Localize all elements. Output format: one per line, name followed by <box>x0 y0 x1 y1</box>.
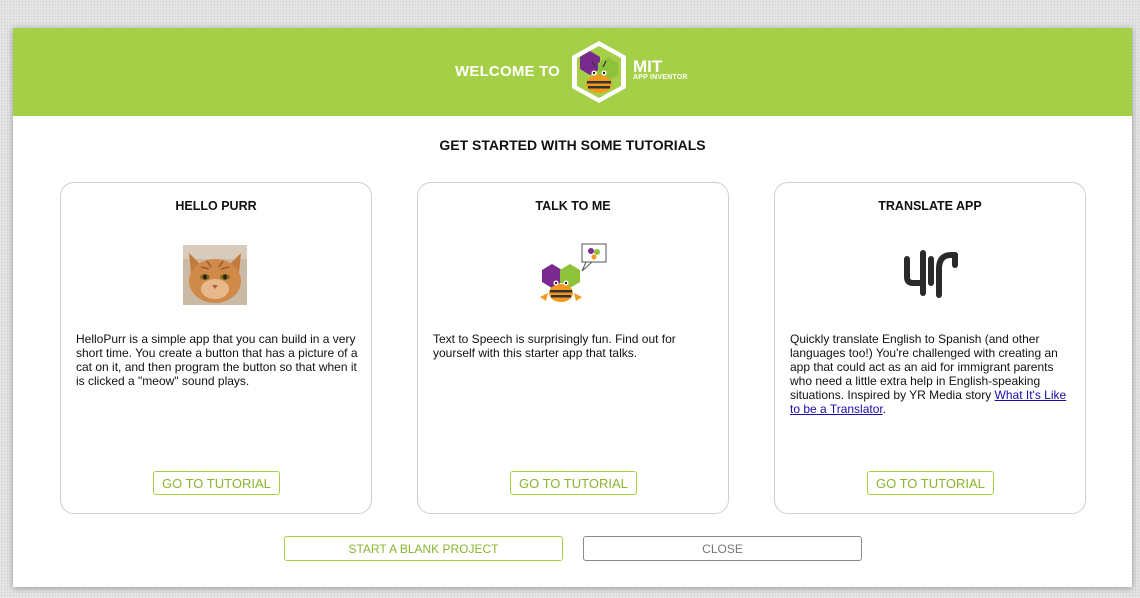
card-title: TRANSLATE APP <box>878 199 982 213</box>
card-title: HELLO PURR <box>175 199 257 213</box>
tutorial-card-hello-purr: HELLO PURR HelloPurr is a simple app tha… <box>60 182 372 514</box>
go-to-tutorial-button-hello-purr[interactable]: GO TO TUTORIAL <box>153 471 280 495</box>
close-button[interactable]: CLOSE <box>583 536 862 561</box>
go-to-tutorial-button-talk-to-me[interactable]: GO TO TUTORIAL <box>510 471 637 495</box>
card-title: TALK TO ME <box>535 199 611 213</box>
yr-media-logo-icon <box>904 250 958 298</box>
card-description: Quickly translate English to Spanish (an… <box>790 332 1072 416</box>
card-description: HelloPurr is a simple app that you can b… <box>76 332 358 388</box>
dialog-header: WELCOME TO MIT APP INVENTOR <box>13 28 1132 116</box>
description-suffix: . <box>882 402 887 416</box>
start-blank-project-button[interactable]: START A BLANK PROJECT <box>284 536 563 561</box>
logo-subtitle-text: APP INVENTOR <box>633 74 688 81</box>
tutorial-card-translate-app: TRANSLATE APP Quickly translate English … <box>774 182 1086 514</box>
go-to-tutorial-button-translate-app[interactable]: GO TO TUTORIAL <box>867 471 994 495</box>
tutorial-card-talk-to-me: TALK TO ME Text to Speech is surprisingl… <box>417 182 729 514</box>
cat-photo-icon <box>183 245 247 305</box>
welcome-dialog: WELCOME TO MIT APP INVENTOR GET STARTED … <box>13 28 1132 587</box>
talking-bee-icon <box>540 243 607 302</box>
welcome-text: WELCOME TO <box>455 63 561 80</box>
card-description: Text to Speech is surprisingly fun. Find… <box>433 332 676 360</box>
tutorials-heading: GET STARTED WITH SOME TUTORIALS <box>439 137 706 153</box>
